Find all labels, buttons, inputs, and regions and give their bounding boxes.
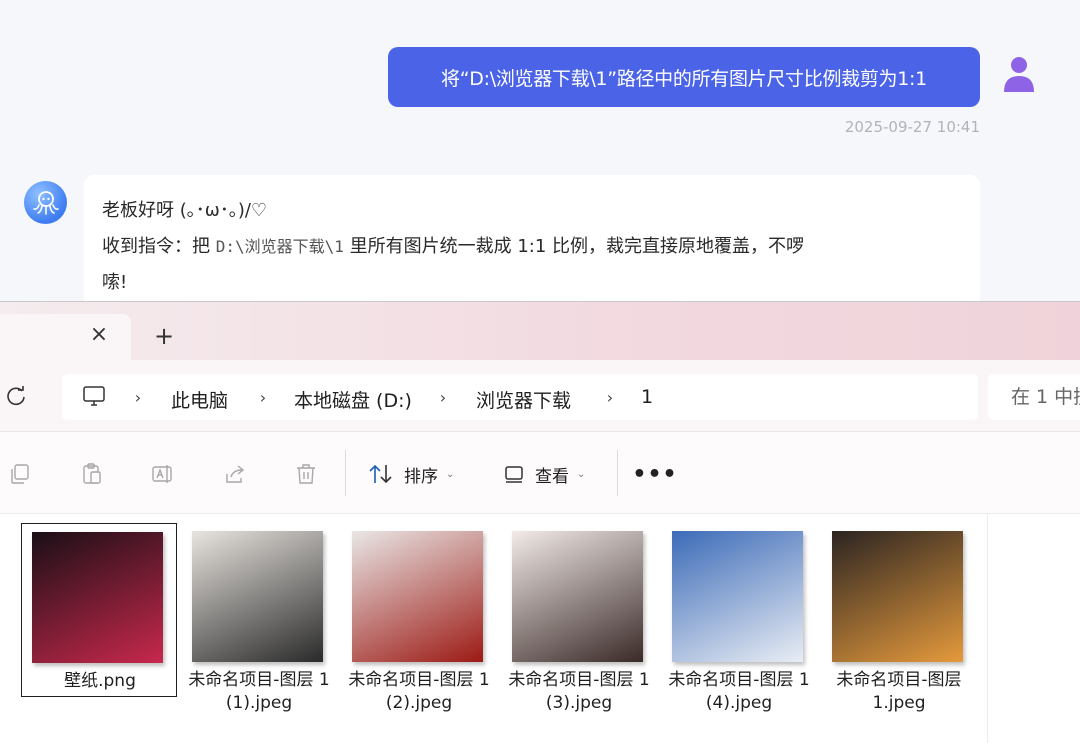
bot-line-2-suffix: 里所有图片统一裁成 1:1 比例，裁完直接原地覆盖，不啰 [343,236,805,257]
image-thumbnail[interactable] [352,531,483,662]
paste-icon[interactable] [80,462,104,486]
view-label: 查看 [535,466,569,487]
chevron-down-icon: ⌄ [446,468,455,480]
copy-icon[interactable] [8,462,32,486]
octopus-icon [32,190,59,215]
user-message-bubble: 将“D:\浏览器下载\1”路径中的所有图片尺寸比例裁剪为1:1 [388,47,980,107]
tab-bar: × + [0,302,1080,362]
bot-greeting: 老板好呀 (｡･ω･｡)/♡ [102,200,268,221]
file-item[interactable]: 未命名项目-图层 1.jpeg [821,523,977,713]
file-name-label: 未命名项目-图层 1 (4).jpeg [668,670,810,713]
file-name-label: 未命名项目-图层 1 (1).jpeg [188,670,330,713]
image-thumbnail[interactable] [192,531,323,662]
tab-current-folder[interactable] [0,314,131,362]
image-thumbnail[interactable] [672,531,803,662]
image-thumbnail[interactable] [32,532,163,663]
pane-divider [987,514,988,743]
file-name-label: 未命名项目-图层 1.jpeg [836,670,962,713]
more-options-button[interactable]: ••• [632,460,676,488]
sort-label: 排序 [404,466,438,487]
search-input[interactable]: 在 1 中搜 [988,374,1080,420]
breadcrumb-folder-1[interactable]: 1 [641,386,653,408]
new-tab-button[interactable]: + [152,322,176,350]
rename-icon[interactable] [151,462,175,486]
file-item[interactable]: 未命名项目-图层 1 (1).jpeg [181,523,337,713]
file-item[interactable]: 未命名项目-图层 1 (4).jpeg [661,523,817,713]
chevron-right-icon[interactable]: › [257,388,269,407]
bot-path-code: D:\浏览器下载\1 [215,237,344,256]
toolbar-divider [617,450,618,496]
breadcrumb-downloads[interactable]: 浏览器下载 [476,386,571,413]
user-message-text: 将“D:\浏览器下载\1”路径中的所有图片尺寸比例裁剪为1:1 [441,67,927,90]
file-item[interactable]: 未命名项目-图层 1 (3).jpeg [501,523,657,713]
image-thumbnail[interactable] [512,531,643,662]
bot-message-bubble: 老板好呀 (｡･ω･｡)/♡ 收到指令：把 D:\浏览器下载\1 里所有图片统一… [84,175,980,315]
bot-line-2: 收到指令：把 D:\浏览器下载\1 里所有图片统一裁成 1:1 比例，裁完直接原… [102,229,962,265]
delete-icon[interactable] [294,462,318,486]
bot-line-2-prefix: 收到指令：把 [102,236,216,257]
chevron-right-icon[interactable]: › [132,388,144,407]
file-item[interactable]: 未命名项目-图层 1 (2).jpeg [341,523,497,713]
breadcrumb-local-disk[interactable]: 本地磁盘 (D:) [294,386,412,413]
this-pc-icon[interactable] [82,385,106,407]
breadcrumb-this-pc[interactable]: 此电脑 [171,386,228,413]
bot-avatar-icon[interactable] [24,181,67,224]
view-icon [505,466,523,483]
sort-button[interactable]: 排序 ⌄ [368,460,454,488]
sort-arrows-icon [369,464,392,484]
user-avatar-icon[interactable] [1000,54,1038,94]
chevron-down-icon: ⌄ [577,468,586,480]
bot-line-3: 嗦! [102,272,128,293]
view-button[interactable]: 查看 ⌄ [503,460,585,488]
file-name-label: 未命名项目-图层 1 (3).jpeg [508,670,650,713]
file-explorer-window: × + › 此电脑 › 本地磁盘 (D:) › 浏览器下载 › 1 在 1 中搜 [0,301,1080,743]
message-timestamp: 2025-09-27 10:41 [844,118,980,136]
toolbar-divider [345,450,346,496]
image-thumbnail[interactable] [832,531,963,662]
chevron-right-icon[interactable]: › [437,388,449,407]
chevron-right-icon[interactable]: › [604,388,616,407]
file-item[interactable]: 壁纸.png [21,523,177,697]
refresh-icon[interactable] [5,385,27,407]
share-icon[interactable] [223,462,247,486]
file-name-label: 未命名项目-图层 1 (2).jpeg [348,670,490,713]
chat-panel: 将“D:\浏览器下载\1”路径中的所有图片尺寸比例裁剪为1:1 2025-09-… [0,0,1080,315]
tab-close-button[interactable]: × [87,322,111,347]
file-name-label: 壁纸.png [64,671,136,691]
